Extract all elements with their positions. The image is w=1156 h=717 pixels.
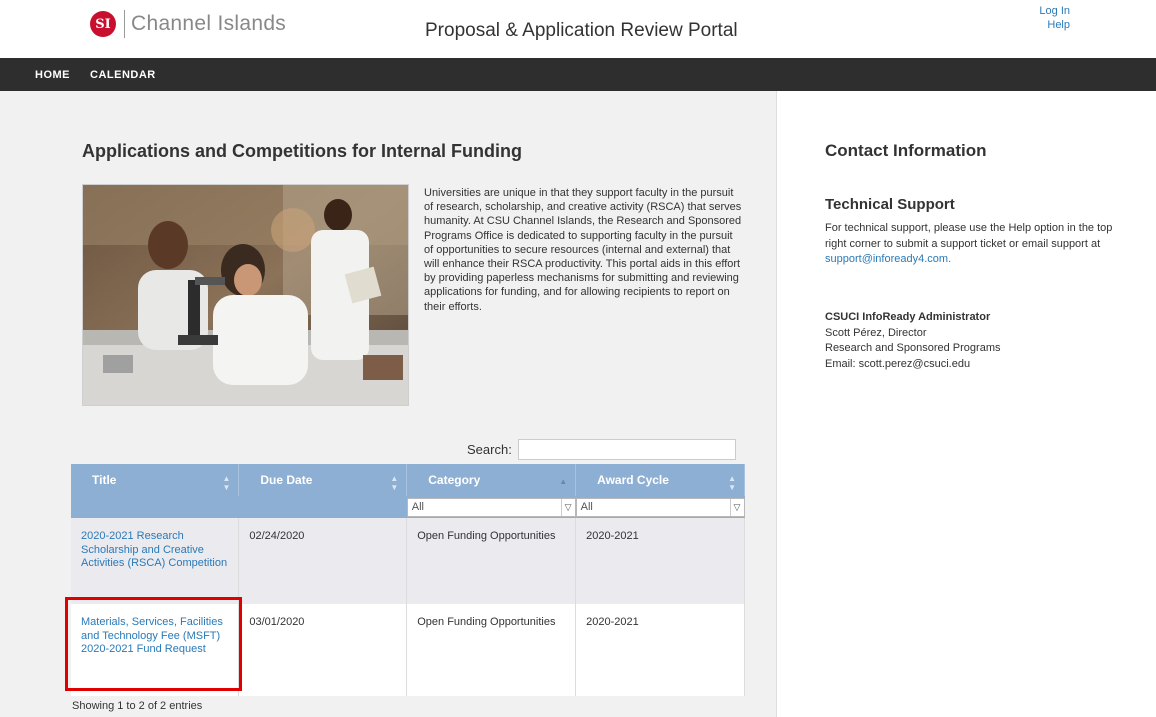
contact-title: Contact Information: [825, 141, 987, 160]
admin-name: Scott Pérez, Director: [825, 326, 927, 339]
help-link[interactable]: Help: [1039, 18, 1070, 32]
category-cell: Open Funding Opportunities: [406, 518, 577, 604]
main-nav: HOME CALENDAR: [0, 58, 1156, 91]
channel-islands-logo[interactable]: SI Channel Islands: [90, 10, 286, 38]
nav-calendar[interactable]: CALENDAR: [90, 69, 156, 81]
admin-title: CSUCI InfoReady Administrator: [825, 311, 991, 323]
column-header-label: Category: [428, 473, 481, 487]
highlight-box: [65, 597, 242, 691]
lab-scene-image: [83, 185, 408, 405]
category-filter-value: All: [411, 501, 424, 513]
column-header-label: Award Cycle: [597, 473, 669, 487]
category-filter-select[interactable]: All ▽: [406, 497, 576, 517]
table-entries-info: Showing 1 to 2 of 2 entries: [72, 700, 203, 712]
filter-empty: [71, 496, 239, 518]
csuci-seal-icon: SI: [90, 11, 116, 37]
sort-icon: ▲ ▼: [222, 474, 231, 492]
table-row: 2020-2021 Research Scholarship and Creat…: [71, 518, 745, 604]
award-cycle-filter-select[interactable]: All ▽: [575, 497, 745, 517]
search-input[interactable]: [517, 439, 736, 460]
chevron-down-icon: ▽: [560, 498, 575, 516]
award-cycle-filter-value: All: [580, 501, 593, 513]
page-title: Applications and Competitions for Intern…: [82, 141, 522, 161]
header-links: Log In Help: [1039, 4, 1070, 32]
category-filter-cell: All ▽: [406, 496, 576, 518]
admin-email: Email: scott.perez@csuci.edu: [825, 357, 971, 370]
tech-support-description: For technical support, please use the He…: [825, 222, 1113, 250]
column-header-label: Title: [92, 473, 117, 487]
page-header: SI Channel Islands Proposal & Applicatio…: [0, 0, 1156, 58]
opportunity-link[interactable]: 2020-2021 Research Scholarship and Creat…: [81, 530, 227, 569]
sort-asc-icon: ▲: [559, 477, 568, 486]
column-header-due-date[interactable]: Due Date ▲ ▼: [238, 464, 408, 496]
column-header-category[interactable]: Category ▲: [406, 464, 577, 496]
admin-contact: CSUCI InfoReady Administrator Scott Pére…: [825, 310, 1125, 372]
award-cycle-filter-cell: All ▽: [575, 496, 745, 518]
login-link[interactable]: Log In: [1039, 4, 1070, 18]
award-cycle-cell: 2020-2021: [575, 518, 745, 604]
title-cell: 2020-2021 Research Scholarship and Creat…: [71, 518, 240, 604]
due-date-cell: 02/24/2020: [238, 518, 408, 604]
tech-support-text: For technical support, please use the He…: [825, 221, 1125, 268]
due-date-cell: 03/01/2020: [238, 604, 408, 696]
column-header-award-cycle[interactable]: Award Cycle ▲ ▼: [575, 464, 745, 496]
filter-empty: [238, 496, 407, 518]
nav-home[interactable]: HOME: [35, 69, 70, 81]
award-cycle-cell: 2020-2021: [575, 604, 745, 696]
column-header-label: Due Date: [260, 473, 313, 487]
search-area: Search:: [467, 439, 736, 460]
contact-sidebar: Contact Information Technical Support Fo…: [778, 91, 1156, 717]
portal-title: Proposal & Application Review Portal: [425, 20, 738, 41]
column-header-title[interactable]: Title ▲ ▼: [71, 464, 240, 496]
tech-support-title: Technical Support: [825, 196, 955, 213]
admin-department: Research and Sponsored Programs: [825, 342, 1001, 354]
chevron-down-icon: ▽: [729, 498, 744, 516]
sort-icon: ▲ ▼: [728, 474, 736, 492]
intro-paragraph: Universities are unique in that they sup…: [424, 187, 742, 313]
search-label: Search:: [467, 442, 512, 457]
category-cell: Open Funding Opportunities: [406, 604, 577, 696]
logo-divider: [124, 10, 125, 38]
logo-text: Channel Islands: [131, 12, 287, 35]
lab-photo: [82, 184, 409, 406]
support-email-link[interactable]: support@infoready4.com.: [825, 253, 951, 265]
sort-icon: ▲ ▼: [390, 474, 399, 492]
